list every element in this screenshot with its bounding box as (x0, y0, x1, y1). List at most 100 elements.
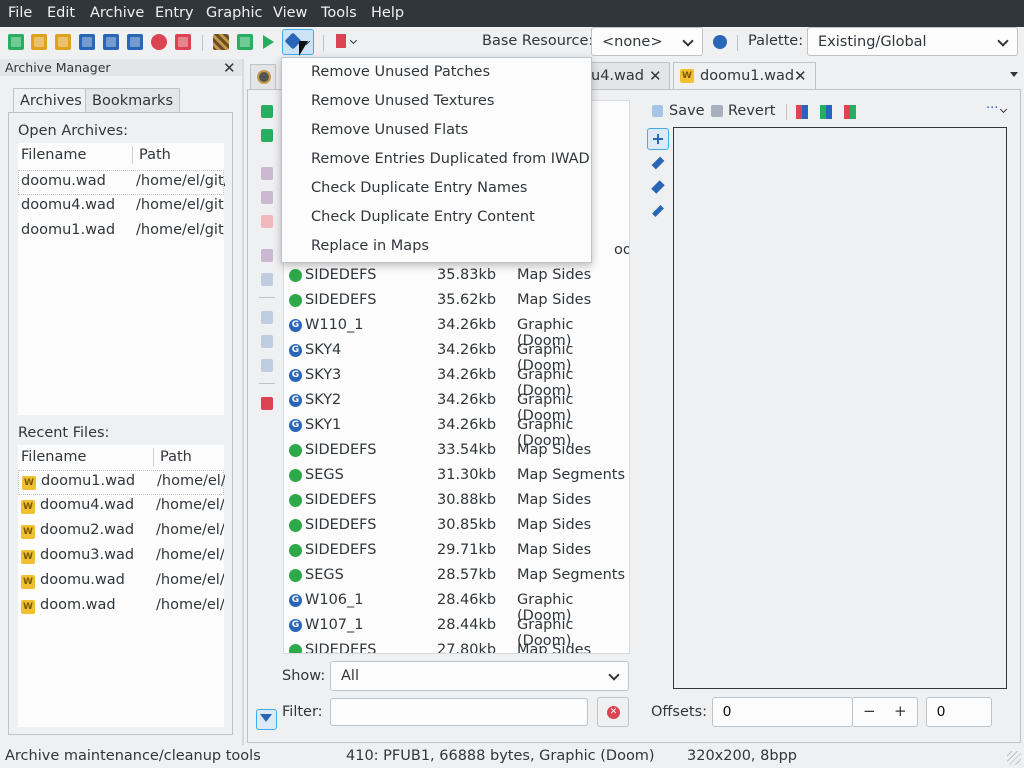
column-filename[interactable]: Filename (21, 147, 86, 163)
menu-file[interactable]: File (8, 5, 32, 21)
menu-view[interactable]: View (273, 5, 307, 21)
remap-icon[interactable] (844, 105, 856, 119)
table-row[interactable]: G SKY2 34.26kb Graphic (Doom) (284, 389, 629, 424)
table-row[interactable]: SIDEDEFS 35.83kb Map Sides (284, 264, 629, 289)
table-row[interactable]: G SKY1 34.26kb Graphic (Doom) (284, 414, 629, 449)
texture-editor-icon[interactable] (213, 34, 229, 50)
rename-icon[interactable] (261, 167, 273, 180)
plus-button[interactable]: + (894, 702, 907, 720)
clear-filter-button[interactable]: ✕ (597, 697, 629, 727)
table-row[interactable]: SEGS 28.57kb Map Segments (284, 564, 629, 589)
menu-tools[interactable]: Tools (321, 5, 357, 21)
bookmark-icon[interactable] (261, 397, 273, 410)
save-icon[interactable] (79, 34, 95, 50)
new-archive-icon[interactable] (8, 34, 24, 50)
import-icon[interactable] (261, 129, 273, 142)
menu-item-remove-iwad-duplicates[interactable]: Remove Entries Duplicated from IWAD (311, 151, 590, 167)
tab-archives[interactable]: Archives (13, 88, 89, 113)
tab-list-icon[interactable] (1010, 72, 1018, 77)
menu-help[interactable]: Help (371, 5, 404, 21)
export-as-icon[interactable] (261, 273, 273, 286)
column-filename[interactable]: Filename (21, 449, 86, 465)
list-item[interactable]: doomu4.wad /home/el/git/l (18, 195, 224, 220)
base-resource-select[interactable]: <none> (591, 27, 703, 56)
splitter[interactable] (242, 59, 244, 745)
menu-item-check-duplicate-names[interactable]: Check Duplicate Entry Names (311, 180, 527, 196)
table-row[interactable]: G W106_1 28.46kb Graphic (Doom) (284, 589, 629, 624)
slade-logo-icon (257, 70, 271, 84)
offset-x-input[interactable] (712, 697, 853, 727)
map-editor-icon[interactable] (237, 34, 253, 50)
menu-item-check-duplicate-content[interactable]: Check Duplicate Entry Content (311, 209, 535, 225)
move-down-icon[interactable] (261, 335, 273, 348)
run-icon[interactable] (263, 35, 274, 49)
table-row[interactable]: SEGS 31.30kb Map Segments (284, 464, 629, 489)
save-all-icon[interactable] (127, 34, 143, 50)
menu-edit[interactable]: Edit (47, 5, 75, 21)
column-path[interactable]: Path (139, 147, 171, 163)
offset-y-input[interactable] (926, 697, 992, 727)
table-row[interactable]: SIDEDEFS 30.85kb Map Sides (284, 514, 629, 539)
list-item[interactable]: W doom.wad /home/el/g (18, 595, 224, 620)
table-row[interactable]: G W110_1 34.26kb Graphic (Doom) (284, 314, 629, 349)
move-up-icon[interactable] (261, 311, 273, 324)
save-as-icon[interactable] (103, 34, 119, 50)
menu-item-replace-in-maps[interactable]: Replace in Maps (311, 238, 429, 254)
open-folder-icon[interactable] (55, 34, 71, 50)
delete-icon[interactable] (261, 215, 273, 228)
table-row[interactable]: SIDEDEFS 27.80kb Map Sides (284, 639, 629, 653)
menu-item-remove-unused-textures[interactable]: Remove Unused Textures (311, 93, 494, 109)
bookmark-icon[interactable] (336, 34, 346, 48)
menu-item-remove-unused-patches[interactable]: Remove Unused Patches (311, 64, 490, 80)
table-row[interactable]: SIDEDEFS 30.88kb Map Sides (284, 489, 629, 514)
export-icon[interactable] (261, 249, 273, 262)
resize-grip-icon[interactable] (1007, 751, 1021, 765)
chevron-down-icon[interactable] (349, 36, 358, 45)
maintenance-tools-button[interactable] (282, 29, 314, 55)
menu-entry[interactable]: Entry (155, 5, 194, 21)
menu-item-remove-unused-flats[interactable]: Remove Unused Flats (311, 122, 468, 138)
more-options-button[interactable]: ··· (986, 101, 998, 116)
save-button[interactable]: Save (669, 103, 705, 119)
list-item[interactable]: W doomu3.wad /home/el/g (18, 545, 224, 570)
list-item[interactable]: W doomu4.wad /home/el/g (18, 495, 224, 520)
close-all-icon[interactable] (175, 34, 191, 50)
list-item[interactable]: W doomu.wad /home/el/g (18, 570, 224, 595)
table-row[interactable]: SIDEDEFS 35.62kb Map Sides (284, 289, 629, 314)
menu-archive[interactable]: Archive (90, 5, 144, 21)
tab-doomu4[interactable]: u4.wad ✕ (590, 62, 670, 90)
table-row[interactable]: SIDEDEFS 29.71kb Map Sides (284, 539, 629, 564)
new-entry-icon[interactable] (261, 105, 273, 118)
open-archive-icon[interactable] (31, 34, 47, 50)
crop-icon[interactable] (796, 105, 808, 119)
graphic-canvas[interactable] (673, 127, 1007, 689)
start-page-tab[interactable] (250, 64, 276, 90)
table-row[interactable]: SIDEDEFS 33.54kb Map Sides (284, 439, 629, 464)
list-item[interactable]: W doomu1.wad /home/el/g (18, 470, 225, 495)
table-row[interactable]: G SKY4 34.26kb Graphic (Doom) (284, 339, 629, 374)
minus-button[interactable]: − (863, 702, 876, 720)
filter-icon[interactable] (256, 709, 277, 730)
close-icon[interactable]: ✕ (649, 63, 662, 89)
palette-select[interactable]: Existing/Global (807, 27, 1018, 56)
drag-mode-icon[interactable] (647, 128, 669, 150)
tab-bookmarks[interactable]: Bookmarks (85, 88, 181, 113)
list-item[interactable]: doomu1.wad /home/el/git/l (18, 220, 224, 245)
close-archive-icon[interactable] (151, 34, 167, 50)
tab-doomu1[interactable]: W doomu1.wad ✕ (673, 62, 816, 90)
filter-input[interactable] (330, 698, 588, 726)
convert-icon[interactable] (820, 105, 832, 119)
column-path[interactable]: Path (160, 449, 192, 465)
revert-button[interactable]: Revert (728, 103, 776, 119)
gear-icon[interactable] (713, 35, 727, 49)
close-icon[interactable]: ✕ (223, 59, 236, 77)
show-select[interactable]: All (330, 661, 629, 691)
close-icon[interactable]: ✕ (794, 63, 807, 89)
list-item[interactable]: W doomu2.wad /home/el/g (18, 520, 224, 545)
menu-graphic[interactable]: Graphic (206, 5, 262, 21)
sort-icon[interactable] (261, 359, 273, 372)
list-item[interactable]: doomu.wad /home/el/git/l (18, 170, 225, 195)
table-row[interactable]: G W107_1 28.44kb Graphic (Doom) (284, 614, 629, 649)
rename-each-icon[interactable] (261, 191, 273, 204)
table-row[interactable]: G SKY3 34.26kb Graphic (Doom) (284, 364, 629, 399)
